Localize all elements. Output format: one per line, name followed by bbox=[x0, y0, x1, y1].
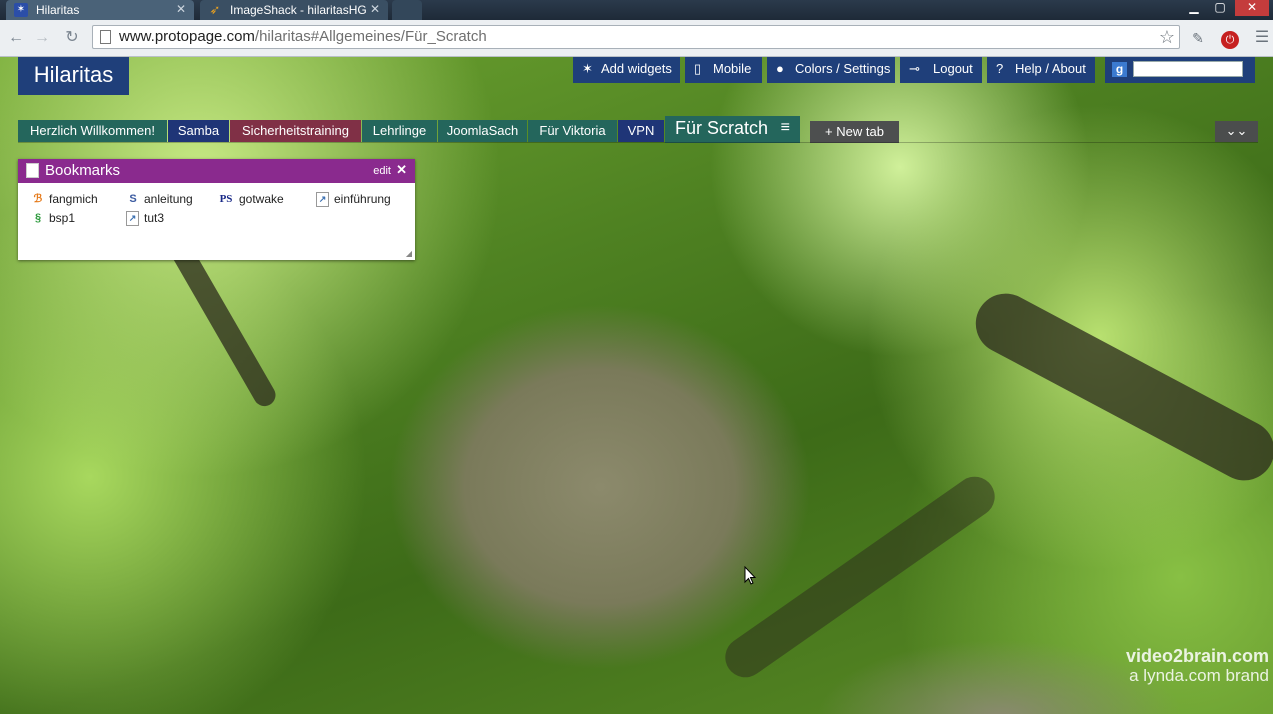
menu-label: Colors / Settings bbox=[795, 61, 891, 76]
site-logo[interactable]: Hilaritas bbox=[18, 57, 129, 95]
bookmark-label: tut3 bbox=[144, 211, 165, 225]
forward-arrow-icon[interactable]: → bbox=[32, 28, 52, 48]
tab-joomlasach[interactable]: JoomlaSach bbox=[438, 120, 527, 142]
tab-herzlich-willkommen[interactable]: Herzlich Willkommen! bbox=[18, 120, 167, 142]
bookmark-link[interactable]: ↗ einführung bbox=[316, 191, 391, 207]
extension-icon[interactable]: ⏻ bbox=[1220, 28, 1240, 49]
double-chevron-down-icon: ⌄⌄ bbox=[1225, 123, 1248, 138]
browser-toolbar: ← → ↻ www.protopage.com/hilaritas#Allgem… bbox=[0, 20, 1273, 57]
mouse-cursor-icon bbox=[744, 565, 757, 589]
page-icon: ↗ bbox=[316, 192, 329, 207]
new-tab-label: New tab bbox=[836, 124, 884, 139]
maximize-icon[interactable]: ▢ bbox=[1207, 0, 1233, 16]
sparkle-icon: ✶ bbox=[582, 61, 593, 76]
browser-tab-title: Hilaritas bbox=[36, 3, 80, 17]
collapse-tabs-button[interactable]: ⌄⌄ bbox=[1215, 121, 1258, 142]
bookmark-label: fangmich bbox=[49, 192, 98, 206]
colors-settings-button[interactable]: ● Colors / Settings bbox=[767, 57, 895, 83]
bookmark-link[interactable]: PS gotwake bbox=[217, 191, 284, 207]
menu-label: Logout bbox=[933, 61, 973, 76]
bookmark-link[interactable]: ℬ fangmich bbox=[31, 191, 98, 207]
menu-label: Mobile bbox=[713, 61, 752, 76]
menu-icon[interactable]: ☰ bbox=[1252, 28, 1272, 48]
pen-extension-icon[interactable]: ✎ bbox=[1188, 28, 1208, 48]
bookmark-link[interactable]: ↗ tut3 bbox=[126, 210, 164, 226]
new-tab-button[interactable]: + New tab bbox=[810, 121, 899, 143]
active-tab-label: Für Scratch bbox=[675, 118, 769, 138]
widget-header[interactable]: Bookmarks edit ✕ bbox=[18, 159, 415, 183]
url-path: /hilaritas#Allgemeines/Für_Scratch bbox=[254, 28, 487, 45]
browser-tab-title: ImageShack - hilaritasHG bbox=[230, 3, 367, 17]
tab-divider bbox=[18, 142, 1258, 143]
ps-icon: PS bbox=[219, 193, 233, 205]
reload-icon[interactable]: ↻ bbox=[62, 28, 82, 48]
tab-lehrlinge[interactable]: Lehrlinge bbox=[362, 120, 437, 142]
blogger-icon: ℬ bbox=[33, 193, 43, 205]
palette-icon: ● bbox=[776, 61, 784, 76]
watermark-line1: video2brain.com bbox=[1125, 646, 1269, 666]
page-background: Hilaritas ✶ Add widgets ▯ Mobile ● Color… bbox=[0, 57, 1273, 714]
green-s-icon: § bbox=[34, 212, 42, 224]
menu-label: Help / About bbox=[1015, 61, 1086, 76]
question-icon: ? bbox=[996, 61, 1004, 76]
bookmark-link[interactable]: S anleitung bbox=[126, 191, 193, 207]
logout-button[interactable]: ⊸ Logout bbox=[900, 57, 982, 83]
plus-icon: + bbox=[825, 124, 833, 139]
browser-tab-imageshack[interactable]: ➶ ImageShack - hilaritasHG ✕ bbox=[200, 0, 388, 20]
tab-sicherheitstraining[interactable]: Sicherheitstraining bbox=[230, 120, 361, 142]
tab-fur-viktoria[interactable]: Für Viktoria bbox=[528, 120, 617, 142]
tree-branch bbox=[965, 283, 1273, 491]
tree-branch bbox=[717, 468, 1003, 686]
resize-handle-icon[interactable]: ◢ bbox=[406, 249, 412, 258]
key-icon: ⊸ bbox=[909, 61, 920, 76]
widget-close-icon[interactable]: ✕ bbox=[396, 162, 407, 178]
browser-tab-hilaritas[interactable]: ✶ Hilaritas ✕ bbox=[6, 0, 194, 20]
widget-page-icon bbox=[26, 163, 39, 178]
page-icon: ↗ bbox=[126, 211, 139, 226]
address-bar[interactable]: www.protopage.com/hilaritas#Allgemeines/… bbox=[92, 25, 1180, 49]
google-search-box: g bbox=[1105, 57, 1255, 83]
tab-menu-icon[interactable]: ≡ bbox=[781, 116, 790, 140]
widget-title: Bookmarks bbox=[45, 162, 121, 179]
bookmark-star-icon[interactable]: ☆ bbox=[1159, 26, 1175, 48]
back-arrow-icon[interactable]: ← bbox=[6, 28, 26, 48]
page-icon bbox=[100, 30, 111, 44]
bookmark-label: gotwake bbox=[239, 192, 284, 206]
bookmarks-widget: Bookmarks edit ✕ ℬ fangmich S anleitung … bbox=[18, 159, 415, 260]
bookmark-label: bsp1 bbox=[49, 211, 76, 225]
tab-samba[interactable]: Samba bbox=[168, 120, 229, 142]
menu-label: Add widgets bbox=[601, 61, 672, 76]
bookmark-link[interactable]: § bsp1 bbox=[31, 210, 75, 226]
browser-tabstrip: ✶ Hilaritas ✕ ➶ ImageShack - hilaritasHG… bbox=[0, 0, 1273, 20]
scratch-icon: S bbox=[129, 193, 137, 205]
tab-fur-scratch[interactable]: Für Scratch ≡ bbox=[665, 116, 800, 143]
close-icon[interactable]: ✕ bbox=[370, 2, 380, 16]
imageshack-favicon-icon: ➶ bbox=[209, 2, 221, 17]
add-widgets-button[interactable]: ✶ Add widgets bbox=[573, 57, 680, 83]
protopage-favicon-icon: ✶ bbox=[14, 3, 28, 17]
bookmark-label: anleitung bbox=[144, 192, 193, 206]
tab-vpn[interactable]: VPN bbox=[618, 120, 664, 142]
watermark: video2brain.com a lynda.com brand bbox=[1126, 646, 1269, 686]
bookmark-label: einführung bbox=[334, 192, 391, 206]
mobile-button[interactable]: ▯ Mobile bbox=[685, 57, 762, 83]
google-icon: g bbox=[1112, 62, 1127, 77]
window-close-icon[interactable]: ✕ bbox=[1235, 0, 1269, 16]
close-icon[interactable]: ✕ bbox=[176, 2, 186, 16]
help-about-button[interactable]: ? Help / About bbox=[987, 57, 1095, 83]
watermark-line2: a lynda.com brand bbox=[1129, 666, 1269, 685]
new-browser-tab-button[interactable] bbox=[392, 0, 422, 20]
url-domain: www.protopage.com bbox=[119, 28, 255, 45]
widget-edit-link[interactable]: edit bbox=[373, 165, 391, 177]
search-input[interactable] bbox=[1133, 61, 1243, 77]
phone-icon: ▯ bbox=[694, 61, 702, 76]
minimize-icon[interactable]: ▁ bbox=[1181, 0, 1207, 16]
